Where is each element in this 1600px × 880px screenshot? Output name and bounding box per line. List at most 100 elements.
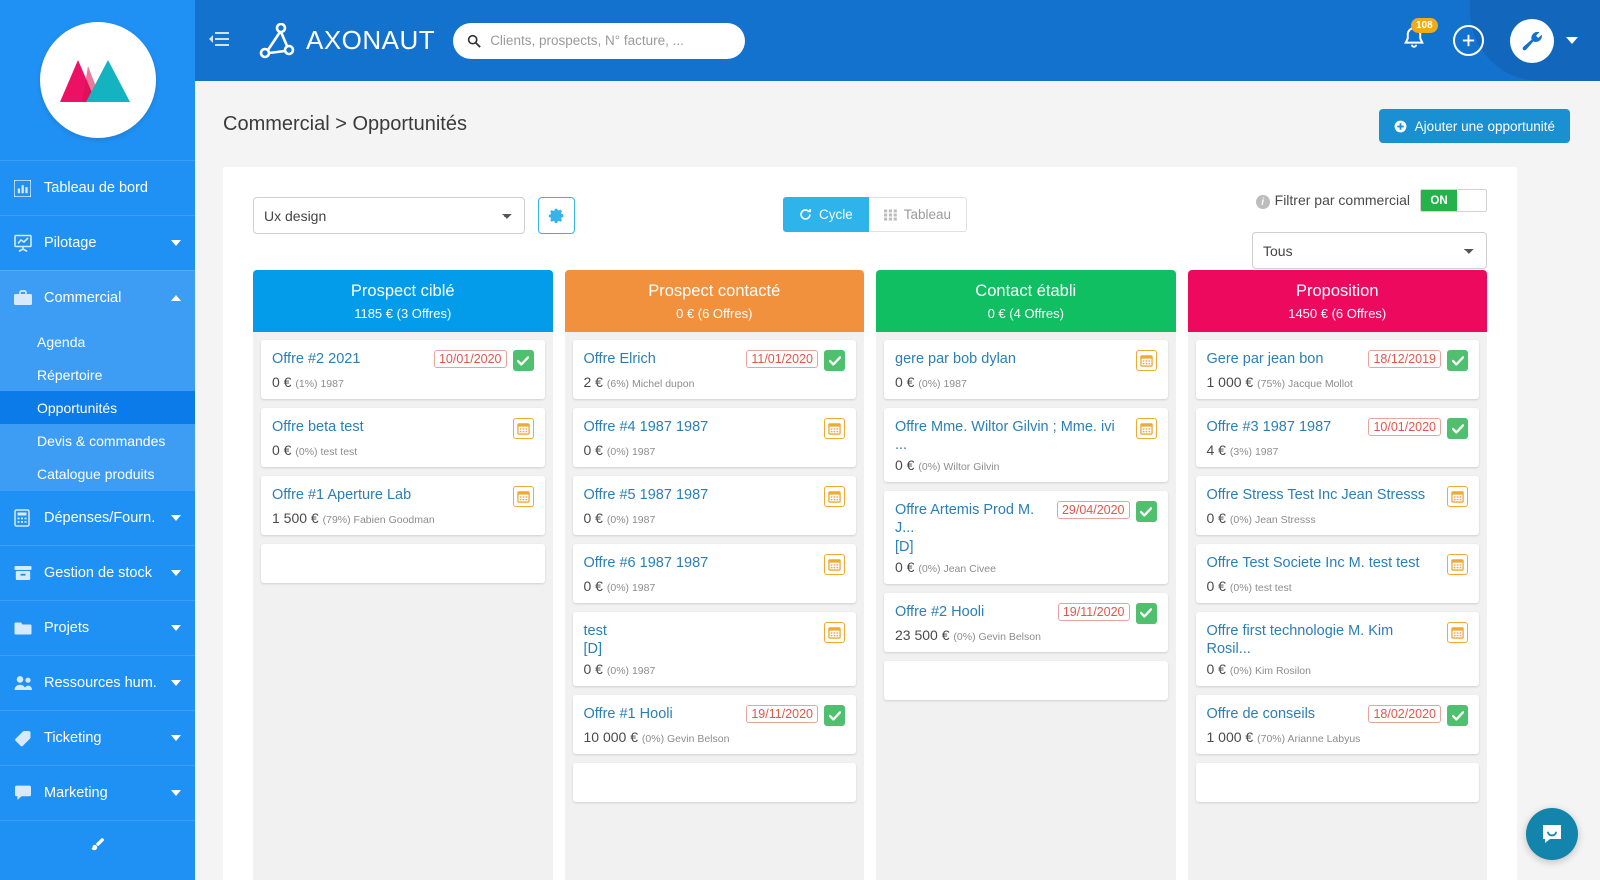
opportunity-status-check-badge[interactable] (1447, 350, 1468, 371)
opportunity-status-calendar-badge[interactable] (824, 486, 845, 507)
sidebar-logo[interactable] (0, 0, 195, 160)
sidebar-theme-button[interactable] (0, 820, 195, 868)
chevron-down-icon[interactable] (171, 625, 181, 631)
opportunity-card[interactable]: Offre #1 Hooli19/11/202010 000 € (0%) Ge… (573, 695, 857, 754)
view-mode-cycle[interactable]: Cycle (783, 197, 869, 232)
opportunity-title[interactable]: Offre Stress Test Inc Jean Stresss (1207, 486, 1442, 504)
opportunity-card[interactable]: Offre #5 1987 19870 € (0%) 1987 (573, 476, 857, 535)
opportunity-title[interactable]: Offre #1 Hooli (584, 705, 741, 723)
opportunity-status-check-badge[interactable] (1136, 603, 1157, 624)
opportunity-title[interactable]: Offre Mme. Wiltor Gilvin ; Mme. ivi ... (895, 418, 1130, 454)
sidebar-subitem-opportunit-s[interactable]: Opportunités (0, 391, 195, 424)
opportunity-status-calendar-badge[interactable] (824, 554, 845, 575)
opportunity-card[interactable]: Offre #2 Hooli19/11/202023 500 € (0%) Ge… (884, 593, 1168, 652)
sidebar-item-ticketing[interactable]: Ticketing (0, 710, 195, 765)
notifications-button[interactable]: 108 (1401, 25, 1427, 57)
opportunity-status-check-badge[interactable] (824, 705, 845, 726)
opportunity-card[interactable]: Offre Artemis Prod M. J...[D]29/04/20200… (884, 491, 1168, 583)
opportunity-card[interactable]: Offre beta test0 € (0%) test test (261, 408, 545, 467)
chevron-down-icon[interactable] (171, 570, 181, 576)
opportunity-card[interactable]: test[D]0 € (0%) 1987 (573, 612, 857, 686)
collapse-sidebar-button[interactable] (209, 32, 229, 49)
intercom-chat-button[interactable] (1526, 808, 1578, 860)
brand-home-link[interactable]: AXONAUT (259, 23, 435, 59)
opportunity-status-check-badge[interactable] (1447, 705, 1468, 726)
opportunity-title[interactable]: Offre beta test (272, 418, 507, 436)
opportunity-title[interactable]: Gere par jean bon (1207, 350, 1363, 368)
opportunity-title[interactable]: Offre #5 1987 1987 (584, 486, 819, 504)
account-menu-button[interactable] (1510, 19, 1554, 63)
sidebar-item-pilotage[interactable]: Pilotage (0, 215, 195, 270)
opportunity-title[interactable]: Offre Elrich (584, 350, 741, 368)
kanban-column-body[interactable]: Gere par jean bon18/12/20191 000 € (75%)… (1188, 332, 1488, 880)
opportunity-status-check-badge[interactable] (513, 350, 534, 371)
pipeline-settings-button[interactable] (538, 197, 575, 234)
commercial-filter-toggle[interactable]: ON (1420, 189, 1487, 212)
opportunity-card[interactable]: Offre #4 1987 19870 € (0%) 1987 (573, 408, 857, 467)
opportunity-title[interactable]: Offre first technologie M. Kim Rosil... (1207, 622, 1442, 658)
opportunity-status-calendar-badge[interactable] (1447, 486, 1468, 507)
opportunity-status-calendar-badge[interactable] (1447, 622, 1468, 643)
opportunity-title[interactable]: Offre de conseils (1207, 705, 1363, 723)
opportunity-status-calendar-badge[interactable] (824, 418, 845, 439)
kanban-column-body[interactable]: Offre Elrich11/01/20202 € (6%) Michel du… (565, 332, 865, 880)
kanban-drop-placeholder[interactable] (884, 661, 1168, 700)
opportunity-title[interactable]: Offre #1 Aperture Lab (272, 486, 507, 504)
kanban-drop-placeholder[interactable] (261, 544, 545, 583)
sidebar-item-commercial[interactable]: Commercial (0, 270, 195, 325)
opportunity-status-calendar-badge[interactable] (1136, 350, 1157, 371)
opportunity-title[interactable]: Offre Artemis Prod M. J...[D] (895, 501, 1051, 555)
sidebar-subitem-catalogue-produits[interactable]: Catalogue produits (0, 457, 195, 490)
sidebar-item-marketing[interactable]: Marketing (0, 765, 195, 820)
global-search[interactable] (453, 23, 745, 59)
opportunity-card[interactable]: Offre first technologie M. Kim Rosil...0… (1196, 612, 1480, 686)
add-opportunity-button[interactable]: Ajouter une opportunité (1379, 109, 1570, 143)
kanban-drop-placeholder[interactable] (1196, 763, 1480, 802)
opportunity-status-calendar-badge[interactable] (513, 418, 534, 439)
opportunity-status-check-badge[interactable] (1136, 501, 1157, 522)
opportunity-card[interactable]: Offre #6 1987 19870 € (0%) 1987 (573, 544, 857, 603)
opportunity-card[interactable]: Offre #2 202110/01/20200 € (1%) 1987 (261, 340, 545, 399)
sidebar-item-d-penses-fourn[interactable]: Dépenses/Fourn. (0, 490, 195, 545)
opportunity-card[interactable]: gere par bob dylan0 € (0%) 1987 (884, 340, 1168, 399)
account-menu-caret[interactable] (1566, 37, 1578, 44)
kanban-column-body[interactable]: Offre #2 202110/01/20200 € (1%) 1987Offr… (253, 332, 553, 880)
opportunity-title[interactable]: Offre #2 Hooli (895, 603, 1052, 621)
sidebar-item-ressources-hum[interactable]: Ressources hum. (0, 655, 195, 710)
sidebar-item-tableau-de-bord[interactable]: Tableau de bord (0, 160, 195, 215)
opportunity-title[interactable]: gere par bob dylan (895, 350, 1130, 368)
sidebar-subitem-r-pertoire[interactable]: Répertoire (0, 358, 195, 391)
kanban-drop-placeholder[interactable] (573, 763, 857, 802)
sidebar-subitem-agenda[interactable]: Agenda (0, 325, 195, 358)
opportunity-title[interactable]: test[D] (584, 622, 819, 658)
opportunity-card[interactable]: Offre Elrich11/01/20202 € (6%) Michel du… (573, 340, 857, 399)
info-icon[interactable]: i (1256, 195, 1270, 209)
opportunity-title[interactable]: Offre #6 1987 1987 (584, 554, 819, 572)
opportunity-title[interactable]: Offre #2 2021 (272, 350, 428, 368)
opportunity-card[interactable]: Offre #3 1987 198710/01/20204 € (3%) 198… (1196, 408, 1480, 467)
kanban-column-body[interactable]: gere par bob dylan0 € (0%) 1987 Offre Mme… (876, 332, 1176, 880)
opportunity-status-check-badge[interactable] (1447, 418, 1468, 439)
sidebar-item-projets[interactable]: Projets (0, 600, 195, 655)
quick-add-button[interactable] (1453, 25, 1484, 56)
opportunity-title[interactable]: Offre Test Societe Inc M. test test (1207, 554, 1442, 572)
opportunity-card[interactable]: Offre Stress Test Inc Jean Stresss0 € (0… (1196, 476, 1480, 535)
sidebar-subitem-devis-commandes[interactable]: Devis & commandes (0, 424, 195, 457)
opportunity-status-calendar-badge[interactable] (513, 486, 534, 507)
opportunity-status-check-badge[interactable] (824, 350, 845, 371)
search-input[interactable] (490, 33, 731, 48)
opportunity-title[interactable]: Offre #4 1987 1987 (584, 418, 819, 436)
commercial-select[interactable]: Tous (1252, 232, 1487, 269)
pipeline-select[interactable]: Ux design (253, 197, 525, 234)
opportunity-card[interactable]: Offre de conseils18/02/20201 000 € (70%)… (1196, 695, 1480, 754)
opportunity-card[interactable]: Offre #1 Aperture Lab1 500 € (79%) Fabie… (261, 476, 545, 535)
chevron-down-icon[interactable] (171, 240, 181, 246)
opportunity-title[interactable]: Offre #3 1987 1987 (1207, 418, 1363, 436)
view-mode-table[interactable]: Tableau (869, 197, 967, 232)
sidebar-item-gestion-de-stock[interactable]: Gestion de stock (0, 545, 195, 600)
opportunity-status-calendar-badge[interactable] (1136, 418, 1157, 439)
opportunity-status-calendar-badge[interactable] (824, 622, 845, 643)
opportunity-card[interactable]: Offre Test Societe Inc M. test test0 € (… (1196, 544, 1480, 603)
chevron-up-icon[interactable] (171, 295, 181, 301)
chevron-down-icon[interactable] (171, 515, 181, 521)
